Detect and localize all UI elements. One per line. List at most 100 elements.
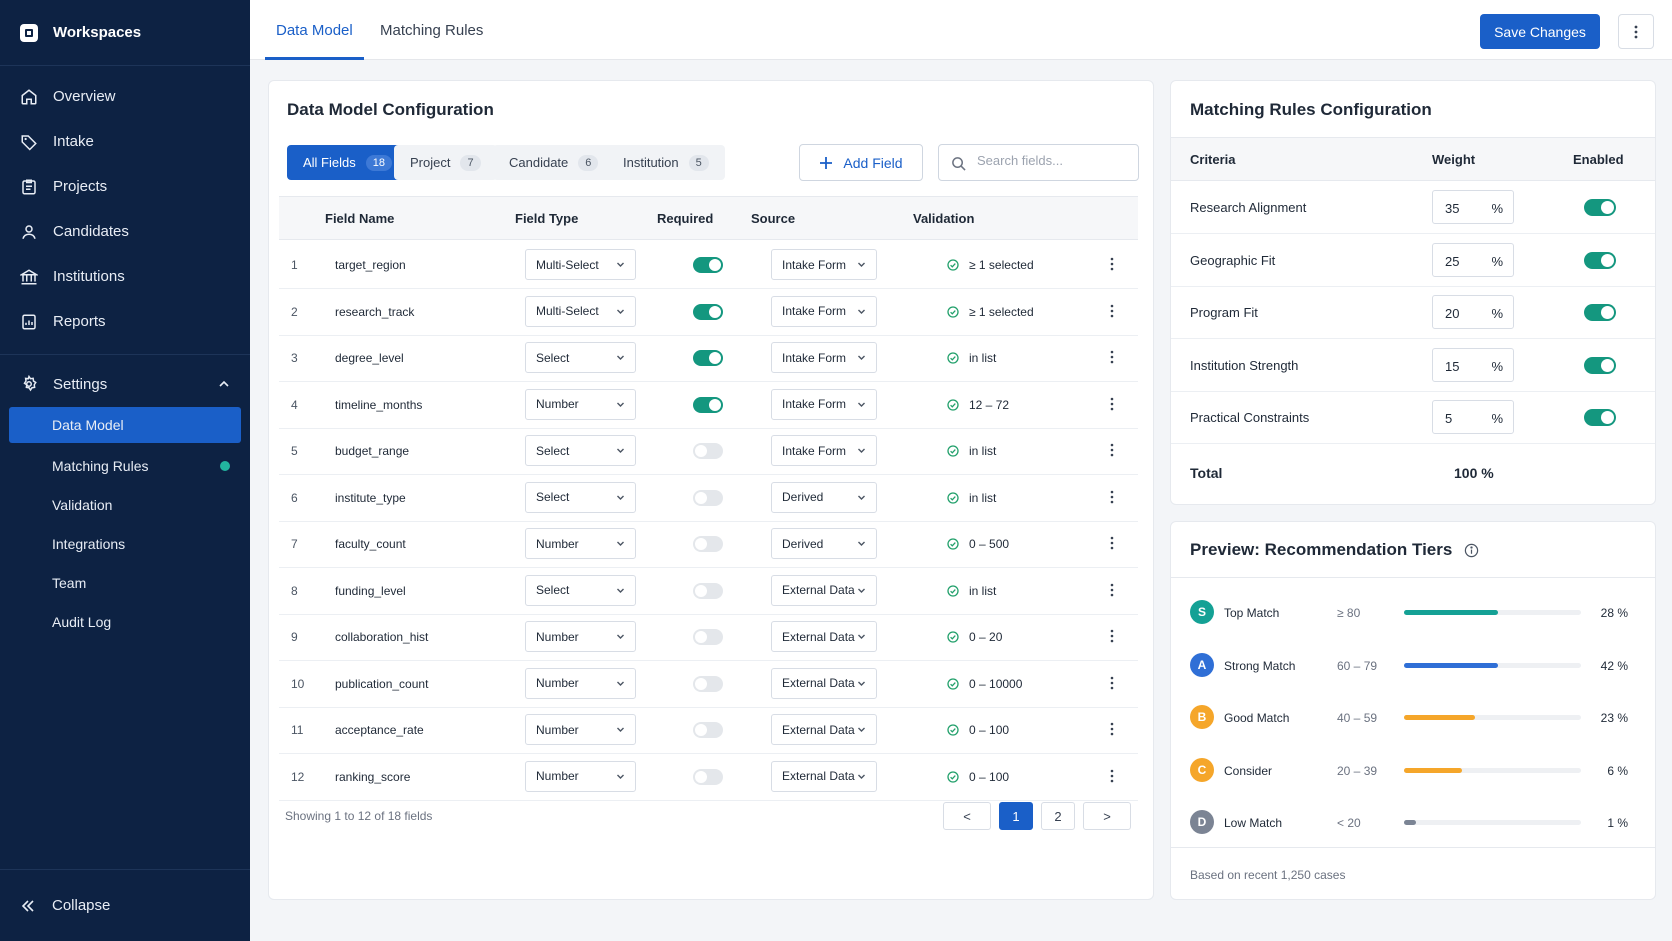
source-select[interactable]: External Data: [771, 667, 877, 699]
nav-reports[interactable]: Reports: [0, 299, 250, 344]
kebab-menu-icon[interactable]: [1105, 627, 1119, 645]
source-select[interactable]: Intake Form: [771, 295, 877, 327]
weight-input[interactable]: 20%: [1432, 295, 1514, 329]
nav-candidates[interactable]: Candidates: [0, 209, 250, 254]
check-circle-icon: [947, 538, 959, 550]
field-name: research_track: [335, 304, 415, 319]
kebab-menu-icon[interactable]: [1105, 441, 1119, 459]
required-toggle[interactable]: [693, 536, 723, 552]
page-1-button[interactable]: 1: [999, 802, 1033, 830]
required-toggle[interactable]: [693, 489, 723, 506]
enabled-toggle[interactable]: [1584, 409, 1616, 426]
filter-institution[interactable]: Institution 5: [607, 145, 725, 180]
kebab-menu-icon[interactable]: [1105, 395, 1119, 413]
required-toggle[interactable]: [693, 303, 723, 320]
field-type-select[interactable]: Multi-Select: [525, 295, 636, 327]
required-toggle[interactable]: [693, 350, 723, 366]
source-select[interactable]: External Data: [771, 621, 877, 652]
source-select[interactable]: Derived: [771, 528, 877, 559]
nav-overview[interactable]: Overview: [0, 74, 250, 119]
weight-input[interactable]: 5%: [1432, 400, 1514, 434]
subnav-audit-log[interactable]: Audit Log: [0, 602, 250, 641]
tier-bar-track: [1404, 767, 1581, 773]
filter-candidate[interactable]: Candidate 6: [493, 145, 615, 180]
subnav-team[interactable]: Team: [0, 563, 250, 602]
filter-project[interactable]: Project 7: [394, 145, 497, 180]
nav-projects[interactable]: Projects: [0, 164, 250, 209]
required-toggle[interactable]: [693, 722, 723, 738]
save-changes-button[interactable]: Save Changes: [1480, 14, 1600, 49]
field-type-select[interactable]: Select: [525, 481, 636, 513]
field-search[interactable]: [938, 144, 1139, 181]
kebab-menu-icon[interactable]: [1105, 348, 1119, 366]
nav-intake[interactable]: Intake: [0, 119, 250, 164]
kebab-menu-icon[interactable]: [1105, 255, 1119, 273]
kebab-menu-icon[interactable]: [1105, 534, 1119, 552]
required-toggle[interactable]: [693, 582, 723, 599]
kebab-menu-icon[interactable]: [1105, 674, 1119, 692]
tab-matching-rules[interactable]: Matching Rules: [380, 0, 483, 60]
required-toggle[interactable]: [693, 675, 723, 692]
field-type-select[interactable]: Number: [525, 760, 636, 792]
weight-input[interactable]: 25%: [1432, 242, 1514, 277]
subnav-data-model[interactable]: Data Model: [9, 407, 241, 443]
field-type-select[interactable]: Select: [525, 342, 636, 373]
enabled-toggle[interactable]: [1584, 304, 1616, 321]
source-select[interactable]: Intake Form: [771, 435, 877, 466]
collapse-button[interactable]: Collapse: [0, 869, 250, 941]
weight-input[interactable]: 35%: [1432, 190, 1514, 224]
field-type-select[interactable]: Number: [525, 388, 636, 420]
kebab-menu-icon[interactable]: [1105, 767, 1119, 785]
nav-institutions[interactable]: Institutions: [0, 254, 250, 299]
enabled-toggle[interactable]: [1584, 251, 1616, 269]
subnav-validation[interactable]: Validation: [0, 485, 250, 524]
kebab-menu-icon[interactable]: [1105, 720, 1119, 738]
enabled-toggle[interactable]: [1584, 199, 1616, 216]
field-type-select[interactable]: Select: [525, 435, 636, 466]
tier-name: Consider: [1224, 763, 1273, 778]
more-options-button[interactable]: [1618, 14, 1654, 49]
next-page-button[interactable]: >: [1083, 802, 1131, 830]
field-type-select[interactable]: Number: [525, 714, 636, 745]
source-value: External Data: [782, 769, 855, 783]
info-icon[interactable]: [1464, 543, 1479, 558]
field-type-select[interactable]: Number: [525, 621, 636, 652]
source-select[interactable]: Derived: [771, 481, 877, 513]
source-select[interactable]: External Data: [771, 760, 877, 792]
prev-page-button[interactable]: <: [943, 802, 991, 830]
page-2-button[interactable]: 2: [1041, 802, 1075, 830]
required-toggle[interactable]: [693, 443, 723, 459]
tier-badge: C: [1190, 757, 1214, 782]
filter-all-fields[interactable]: All Fields 18: [287, 145, 408, 180]
nav-label: Candidates: [53, 223, 129, 240]
required-toggle[interactable]: [693, 396, 723, 413]
kebab-menu-icon[interactable]: [1105, 302, 1119, 320]
tab-data-model[interactable]: Data Model: [265, 0, 364, 60]
subnav-matching-rules[interactable]: Matching Rules: [0, 446, 250, 485]
field-type-select[interactable]: Multi-Select: [525, 249, 636, 280]
subnav-integrations[interactable]: Integrations: [0, 524, 250, 563]
add-field-button[interactable]: Add Field: [799, 144, 923, 181]
source-select[interactable]: External Data: [771, 574, 877, 606]
source-select[interactable]: Intake Form: [771, 342, 877, 373]
source-select[interactable]: Intake Form: [771, 249, 877, 280]
kebab-menu-icon[interactable]: [1105, 581, 1119, 599]
col-field-name: Field Name: [325, 211, 395, 226]
weight-input[interactable]: 15%: [1432, 347, 1514, 382]
nav-settings[interactable]: Settings: [0, 361, 250, 407]
source-select[interactable]: External Data: [771, 714, 877, 745]
required-toggle[interactable]: [693, 257, 723, 273]
source-select[interactable]: Intake Form: [771, 388, 877, 420]
field-type-select[interactable]: Number: [525, 667, 636, 699]
weight-unit: %: [1491, 253, 1503, 269]
kebab-menu-icon[interactable]: [1105, 488, 1119, 506]
chevron-up-icon[interactable]: [218, 378, 230, 390]
required-toggle[interactable]: [693, 629, 723, 645]
workspace-switcher[interactable]: Workspaces: [0, 0, 250, 66]
user-icon: [22, 224, 36, 239]
search-input[interactable]: [977, 153, 1127, 168]
field-type-select[interactable]: Select: [525, 574, 636, 606]
field-type-select[interactable]: Number: [525, 528, 636, 559]
required-toggle[interactable]: [693, 768, 723, 785]
enabled-toggle[interactable]: [1584, 356, 1616, 374]
